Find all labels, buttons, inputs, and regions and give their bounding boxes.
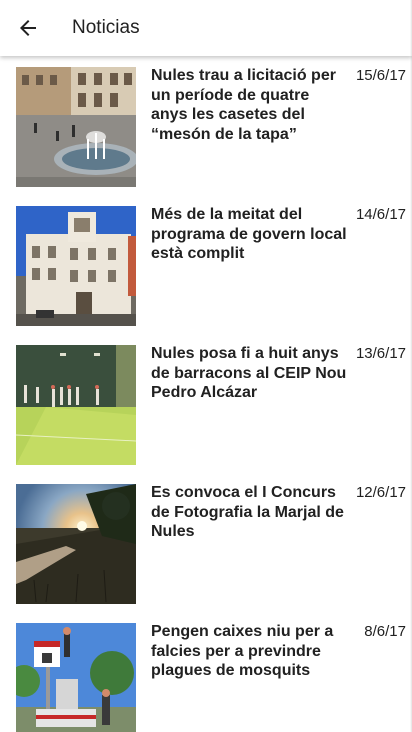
news-date: 8/6/17 (364, 623, 406, 640)
news-item[interactable]: Nules posa fi a huit anys de barracons a… (0, 334, 412, 473)
news-item[interactable]: Pengen caixes niu per a falcies per a pr… (0, 612, 412, 732)
news-date: 13/6/17 (355, 345, 406, 362)
back-button[interactable] (4, 4, 52, 52)
news-item[interactable]: Es convoca el I Concurs de Fotografia la… (0, 473, 412, 612)
news-title: Es convoca el I Concurs de Fotografia la… (151, 484, 344, 540)
news-item[interactable]: Més de la meitat del programa de govern … (0, 195, 412, 334)
news-date: 15/6/17 (355, 67, 406, 84)
news-thumbnail (16, 484, 136, 604)
news-title: Més de la meitat del programa de govern … (151, 206, 347, 262)
news-thumbnail (16, 67, 136, 187)
page-title: Noticias (72, 17, 140, 38)
news-list: Nules trau a licitació per un període de… (0, 56, 412, 732)
arrow-left-icon (20, 20, 36, 36)
news-thumbnail (16, 206, 136, 326)
news-thumbnail (16, 345, 136, 465)
news-title: Nules posa fi a huit anys de barracons a… (151, 345, 347, 401)
news-date: 14/6/17 (355, 206, 406, 223)
news-thumbnail (16, 623, 136, 732)
news-date: 12/6/17 (355, 484, 406, 501)
news-title: Nules trau a licitació per un període de… (151, 67, 336, 143)
app-bar: Noticias (0, 0, 412, 56)
news-title: Pengen caixes niu per a falcies per a pr… (151, 623, 334, 679)
news-item[interactable]: Nules trau a licitació per un període de… (0, 56, 412, 195)
